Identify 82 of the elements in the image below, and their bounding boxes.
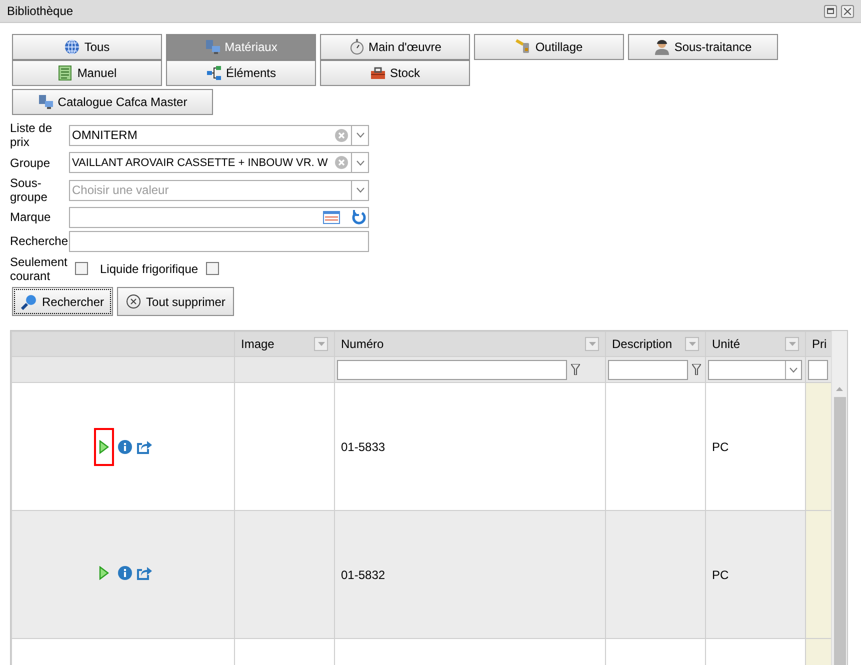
refresh-icon [351, 210, 366, 226]
picker-field[interactable] [69, 207, 369, 228]
window-icon [827, 8, 834, 14]
person-icon [654, 39, 670, 55]
filter-field[interactable] [608, 360, 688, 380]
scroll-up-icon [836, 387, 843, 392]
document-icon [57, 65, 74, 81]
share-icon [136, 564, 152, 581]
close-button[interactable] [841, 4, 854, 18]
info-icon [118, 440, 132, 454]
caret-icon [588, 342, 596, 346]
field-label: Groupe [10, 156, 52, 170]
checkbox-label: Liquide frigorifique [100, 260, 198, 278]
column-header[interactable]: Unité [706, 332, 806, 357]
table-cell: PC [712, 440, 729, 454]
field-label: Recherche [10, 234, 69, 249]
input-field[interactable] [69, 231, 369, 252]
close-circle-icon [126, 294, 142, 310]
dropdown-button[interactable] [352, 152, 369, 174]
field-label: Liste de prix [10, 121, 54, 150]
checkbox[interactable] [206, 262, 220, 276]
category-tab[interactable]: Catalogue Cafca Master [12, 89, 213, 115]
table-cell: PC [712, 568, 729, 582]
computers-icon [38, 94, 54, 110]
column-header[interactable]: Description [606, 332, 706, 357]
caret-icon [688, 342, 696, 346]
maximize-button[interactable] [824, 4, 837, 18]
filter-icon [571, 364, 580, 376]
play-icon [99, 566, 109, 580]
table-cell: 01-5832 [341, 568, 386, 582]
filter-icon [692, 364, 701, 376]
toolbox-icon [370, 65, 386, 81]
category-tab[interactable]: Éléments [166, 60, 316, 86]
dropdown-field[interactable]: OMNITERM [69, 124, 352, 146]
category-tab[interactable]: Tous [12, 34, 162, 60]
chevron-icon [356, 187, 364, 194]
clear-icon [335, 156, 348, 170]
field-label: Marque [10, 210, 52, 225]
caret-icon [318, 342, 324, 346]
filter-field[interactable] [808, 360, 828, 380]
column-header[interactable]: Pri [806, 332, 831, 357]
stopwatch-icon [348, 39, 364, 55]
play-icon [99, 440, 109, 454]
dropdown-button[interactable] [352, 180, 369, 201]
column-header[interactable]: Numéro [334, 332, 606, 357]
column-menu-button[interactable] [685, 337, 699, 352]
chevron-icon [789, 366, 798, 373]
search-button[interactable]: Rechercher [12, 287, 114, 316]
dropdown-field[interactable]: VAILLANT AROVAIR CASSETTE + INBOUW VR. W [69, 152, 352, 174]
checkbox-label: Seulement courant [10, 254, 68, 284]
clear-icon [335, 128, 348, 142]
calendar-icon [323, 211, 340, 224]
filter-dropdown[interactable] [708, 360, 802, 380]
tree-icon [206, 65, 222, 81]
column-menu-button[interactable] [785, 337, 799, 352]
hammer-icon [515, 39, 532, 55]
category-tab[interactable]: Main d'œuvre [320, 34, 470, 60]
category-tab[interactable]: Stock [320, 60, 470, 86]
chevron-icon [356, 160, 364, 166]
chevron-icon [356, 132, 364, 138]
field-label: Sous-groupe [10, 176, 48, 205]
share-icon [136, 438, 152, 455]
caret-icon [788, 342, 796, 346]
clear-all-button[interactable]: Tout supprimer [117, 287, 234, 316]
dropdown-field[interactable]: Choisir une valeur [69, 180, 352, 201]
globe-icon [64, 39, 80, 55]
table-cell: 01-5833 [341, 440, 386, 454]
close-icon [844, 8, 851, 14]
dropdown-button[interactable] [352, 124, 369, 146]
filter-field[interactable] [337, 360, 567, 380]
category-tab[interactable]: Manuel [12, 60, 162, 86]
category-tab[interactable]: Sous-traitance [628, 34, 778, 60]
window-title: Bibliothèque [7, 3, 74, 20]
search-icon [21, 294, 37, 310]
scrollbar[interactable] [834, 387, 846, 665]
column-header[interactable]: Image [234, 332, 334, 357]
checkbox[interactable] [75, 262, 88, 276]
info-icon [118, 566, 132, 580]
column-menu-button[interactable] [585, 337, 599, 352]
category-tab[interactable]: Outillage [474, 34, 624, 60]
column-menu-button[interactable] [314, 337, 328, 352]
computers-icon [204, 39, 221, 55]
